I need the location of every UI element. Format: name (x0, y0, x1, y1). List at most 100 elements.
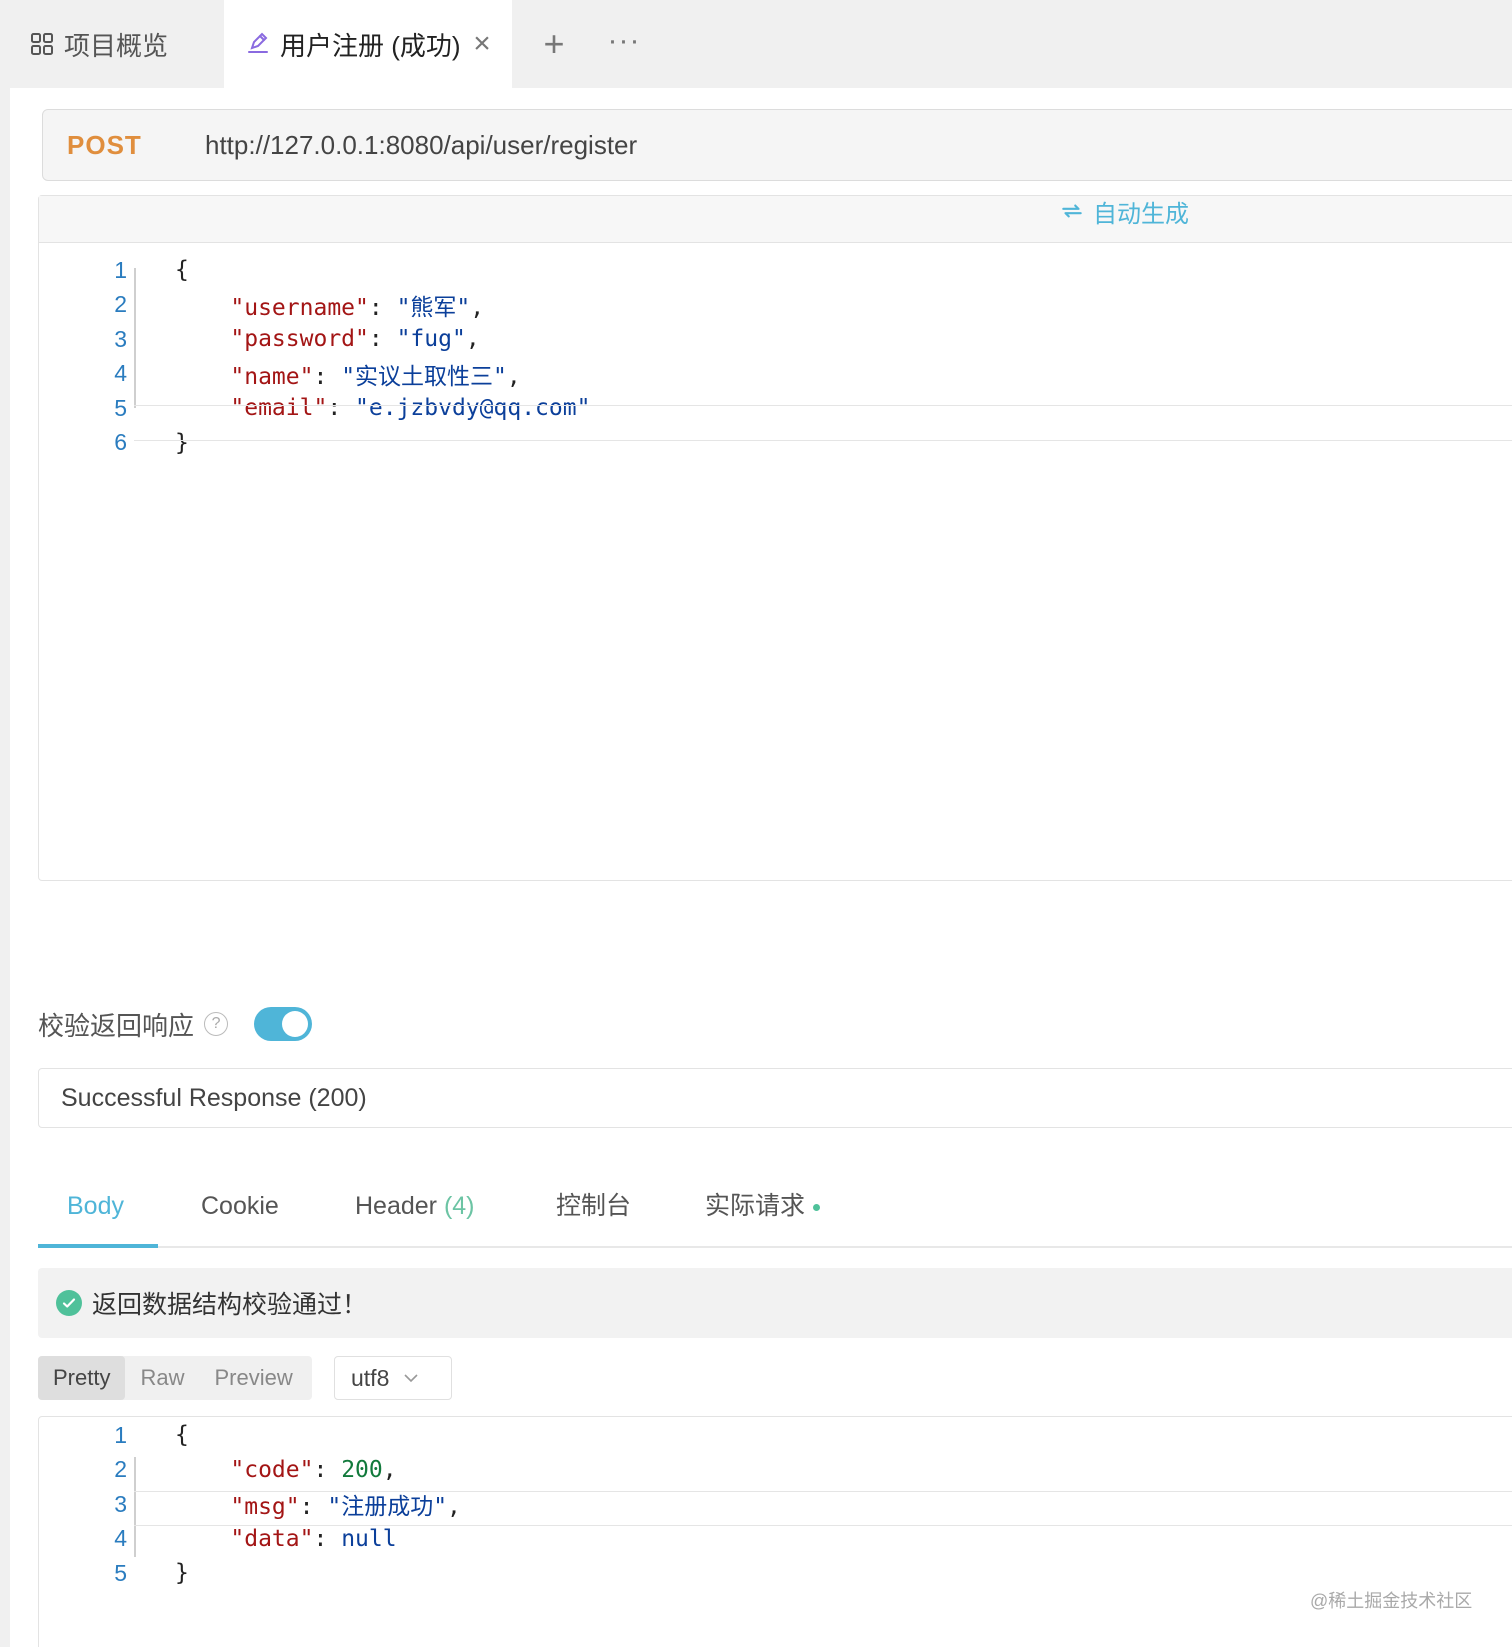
line-number: 3 (114, 325, 127, 352)
validate-response-toggle[interactable] (254, 1007, 313, 1041)
code-text: } (175, 430, 189, 456)
indent-guide (134, 1457, 136, 1557)
line-separator (134, 440, 1512, 441)
code-text: "name": "实议土取性三", (175, 357, 521, 391)
editor-toolbar: 自动生成 (39, 196, 1512, 243)
code-token: "注册成功" (327, 1494, 448, 1520)
line-number: 4 (114, 1525, 127, 1551)
view-raw[interactable]: Raw (125, 1356, 199, 1400)
code-token: "username" (230, 294, 369, 321)
code-text: "password": "fug", (175, 326, 480, 352)
validation-message: 返回数据结构校验通过！ (92, 1291, 368, 1319)
method-select[interactable]: POST (67, 130, 187, 161)
code-token: } (175, 429, 189, 456)
code-token: { (175, 1422, 189, 1448)
code-token: "name" (230, 363, 314, 390)
tab-bar: 项目概览 用户注册 (成功) × + ··· (0, 0, 1512, 88)
indent-guide (134, 268, 136, 408)
line-number: 3 (114, 1490, 127, 1517)
code-token: : (299, 1494, 328, 1520)
code-token: , (465, 326, 480, 352)
code-token: : (368, 294, 397, 321)
code-text: "msg": "注册成功", (175, 1487, 461, 1521)
active-tab-indicator (38, 1244, 158, 1248)
code-token: : (368, 326, 397, 352)
code-token: "msg" (230, 1494, 300, 1520)
code-text: { (175, 257, 189, 283)
tab-actual-request[interactable]: 实际请求 (705, 1186, 821, 1226)
validate-response-row: 校验返回响应 ? (38, 1004, 313, 1044)
refresh-icon (1059, 198, 1085, 224)
response-tabs: Body Cookie Header (4) 控制台 实际请求 (38, 1172, 1512, 1248)
request-body-editor[interactable]: 自动生成 1{2 "username": "熊军", 3 "password": … (38, 195, 1512, 881)
view-preview[interactable]: Preview (199, 1356, 307, 1400)
code-token: , (447, 1494, 461, 1520)
code-token: "code" (230, 1456, 314, 1483)
code-token: : (327, 395, 356, 421)
more-icon[interactable]: ··· (606, 24, 642, 64)
chevron-down-icon (403, 1370, 419, 1386)
encoding-value: utf8 (351, 1364, 390, 1391)
tab-user-register[interactable]: 用户注册 (成功) × (224, 0, 512, 88)
view-pretty[interactable]: Pretty (38, 1356, 126, 1400)
auto-generate-label: 自动生成 (1093, 200, 1189, 228)
line-number: 6 (114, 429, 127, 455)
tab-label: 项目概览 (64, 30, 169, 61)
code-token: null (341, 1525, 397, 1552)
tab-console[interactable]: 控制台 (556, 1186, 631, 1226)
code-text: } (175, 1560, 189, 1586)
code-line: 3 "password": "fug", (39, 321, 1512, 357)
auto-generate-button[interactable]: 自动生成 (1059, 196, 1189, 228)
code-token: : (313, 1456, 342, 1483)
encoding-select[interactable]: utf8 (334, 1356, 452, 1400)
tab-cookie[interactable]: Cookie (201, 1186, 279, 1226)
line-number: 2 (114, 1456, 127, 1482)
status-dot (813, 1203, 821, 1211)
code-token: "e.jzbvdy@qq.com" (355, 395, 591, 421)
code-token: "password" (230, 326, 369, 352)
header-count: (4) (443, 1192, 475, 1220)
tab-header[interactable]: Header (4) (355, 1186, 475, 1226)
code-line: 2 "username": "熊军", (39, 287, 1512, 323)
code-line: 4 "name": "实议土取性三", (39, 356, 1512, 392)
line-number: 4 (114, 360, 127, 386)
code-text: "username": "熊军", (175, 288, 484, 322)
line-number: 1 (114, 256, 127, 283)
code-token: { (175, 257, 189, 283)
code-token: "data" (230, 1525, 314, 1552)
tab-body[interactable]: Body (67, 1186, 124, 1226)
code-line: 1{ (39, 1417, 1512, 1453)
code-token: , (470, 294, 485, 321)
line-separator (134, 1491, 1512, 1492)
watermark: @稀土掘金技术社区 (1310, 1591, 1473, 1611)
validation-banner: 返回数据结构校验通过！ (38, 1268, 1512, 1338)
code-line: 2 "code": 200, (39, 1452, 1512, 1488)
code-text: "data": null (175, 1525, 397, 1552)
close-icon[interactable]: × (468, 29, 496, 59)
code-line: 6} (39, 425, 1512, 461)
code-token: , (506, 363, 521, 390)
tab-header-label: Header (355, 1192, 437, 1220)
plus-icon[interactable]: + (536, 24, 572, 64)
code-token: 200 (341, 1456, 383, 1483)
line-separator (134, 405, 1512, 406)
api-edit-icon (244, 30, 272, 58)
response-select[interactable]: Successful Response (200) (38, 1068, 1512, 1128)
tab-actual-request-label: 实际请求 (705, 1192, 806, 1220)
grid-icon (28, 30, 56, 58)
tab-project-overview[interactable]: 项目概览 (0, 0, 224, 88)
url-input[interactable]: http://127.0.0.1:8080/api/user/register (205, 130, 637, 161)
validate-response-label: 校验返回响应 (38, 1010, 195, 1041)
question-icon[interactable]: ? (204, 1012, 229, 1036)
code-line: 5} (39, 1555, 1512, 1591)
view-mode-segmented: Pretty Raw Preview (38, 1356, 312, 1400)
code-token: : (313, 363, 342, 390)
response-body-viewer[interactable]: 1{2 "code": 200, 3 "msg": "注册成功", 4 "data"… (38, 1416, 1512, 1647)
code-token: "email" (230, 395, 328, 421)
code-token: "实议土取性三" (341, 363, 507, 390)
code-text: { (175, 1422, 189, 1448)
line-number: 2 (114, 291, 127, 317)
